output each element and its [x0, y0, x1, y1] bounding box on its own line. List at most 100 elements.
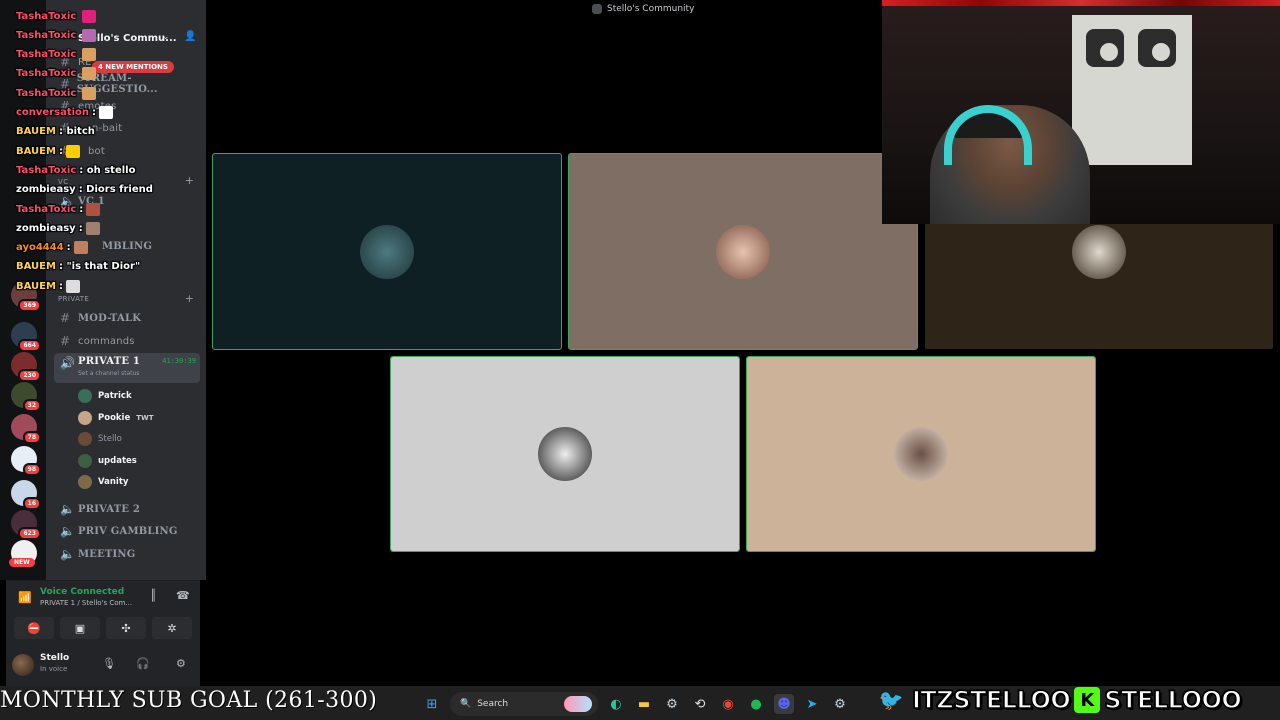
channel-status[interactable]: Set a channel status: [78, 370, 139, 377]
video-tile[interactable]: [390, 356, 740, 552]
voice-channel-vc1[interactable]: 🔈 VC 1: [54, 191, 200, 211]
voice-location[interactable]: PRIVATE 1 / Stello's Com...: [40, 599, 132, 607]
channel-item[interactable]: # STREAM-SUGGESTIO...: [54, 73, 200, 95]
category-private[interactable]: PRIVATE: [58, 295, 89, 303]
microphone-icon[interactable]: 🎙: [102, 657, 116, 670]
share-screen-button[interactable]: ▣: [60, 617, 100, 639]
file-explorer-icon[interactable]: ▬: [634, 694, 654, 714]
video-tile[interactable]: [568, 153, 918, 350]
disconnect-icon[interactable]: ☎: [176, 589, 190, 602]
voice-channel-meeting[interactable]: 🔈 MEETING: [54, 544, 200, 564]
chevron-down-icon[interactable]: ⌄: [162, 32, 170, 42]
hash-icon: #: [60, 99, 71, 113]
server-header[interactable]: Stello's Commu... ⌄ 👤: [46, 26, 206, 50]
speaker-icon: 🔊: [60, 356, 75, 370]
hash-icon: #: [60, 55, 71, 69]
avatar: [78, 389, 92, 403]
windows-start-icon[interactable]: ⊞: [422, 694, 442, 714]
gear-icon[interactable]: ⚙: [176, 657, 186, 670]
add-person-icon[interactable]: 👤: [184, 31, 196, 42]
server-icon[interactable]: 78: [11, 414, 41, 444]
avatar: [360, 224, 414, 279]
voice-channel-private1[interactable]: 🔊 PRIVATE 1 41:30:39 Set a channel statu…: [54, 353, 200, 383]
activities-button[interactable]: ✣: [106, 617, 146, 639]
channel-item[interactable]: # bot: [54, 141, 200, 161]
voice-user[interactable]: Patrick: [78, 387, 132, 405]
add-channel-icon[interactable]: +: [185, 174, 194, 187]
avatar: [894, 427, 948, 481]
voice-connected-panel: 📶 Voice Connected PRIVATE 1 / Stello's C…: [6, 580, 200, 644]
edge-icon[interactable]: ◐: [606, 694, 626, 714]
server-rail: 369 664 230 32 78 98 16 623 NEW: [0, 0, 46, 580]
chrome-icon[interactable]: ◉: [718, 694, 738, 714]
speaker-icon: 🔈: [60, 524, 75, 538]
speaker-icon: 🔈: [60, 502, 75, 516]
wall-poster: [1072, 15, 1192, 165]
avatar: [78, 411, 92, 425]
speaker-icon: 🔈: [60, 194, 75, 208]
screen: Stello's Community 369 664 230 32 78 98 …: [0, 0, 1280, 720]
video-tile[interactable]: [212, 153, 562, 350]
add-channel-icon[interactable]: +: [185, 292, 194, 305]
voice-timer: 41:30:39: [162, 357, 196, 365]
voice-channel-priv-gambling[interactable]: 🔈 PRIV GAMBLING: [54, 521, 200, 541]
search-label: Search: [477, 699, 509, 709]
server-icon[interactable]: 664: [11, 322, 41, 352]
spotify-icon[interactable]: ●: [746, 694, 766, 714]
app-icon[interactable]: ⟲: [690, 694, 710, 714]
hash-icon: #: [60, 77, 71, 91]
hash-icon: #: [60, 144, 71, 158]
avatar: [538, 427, 592, 481]
mention-badge: 16: [22, 497, 41, 510]
voice-user[interactable]: Pookie TWT: [78, 409, 154, 427]
server-icon[interactable]: 16: [11, 480, 41, 510]
kick-handle: STELLOOO: [1104, 685, 1243, 715]
hash-icon: #: [60, 334, 71, 348]
search-icon: 🔍: [460, 699, 472, 709]
window-title: Stello's Community: [592, 4, 694, 14]
server-icon[interactable]: 98: [11, 446, 41, 476]
led-lights: [882, 0, 1280, 6]
user-panel: Stello In voice 🎙 🎧 ⚙: [6, 644, 200, 686]
voice-user[interactable]: Vanity: [78, 473, 128, 491]
headphones-icon[interactable]: 🎧: [136, 657, 150, 670]
mention-badge: 32: [22, 399, 41, 412]
server-icon[interactable]: 369: [11, 282, 41, 312]
channel-mod-talk[interactable]: # MOD-TALK: [54, 308, 200, 328]
voice-user[interactable]: Stello: [78, 430, 122, 448]
discord-icon[interactable]: ☻: [774, 694, 794, 714]
server-icon[interactable]: 230: [11, 352, 41, 382]
mention-badge: 623: [18, 527, 41, 540]
category-vc[interactable]: VC: [58, 178, 68, 186]
hash-icon: #: [60, 311, 71, 325]
voice-status: Voice Connected: [40, 587, 125, 597]
twitter-icon: 🐦: [878, 688, 904, 712]
channel-item[interactable]: # n-bait: [54, 118, 200, 138]
voice-user[interactable]: updates: [78, 452, 137, 470]
soundboard-button[interactable]: ✲: [152, 617, 192, 639]
voice-channel-gambling[interactable]: MBLING: [54, 236, 200, 256]
speaker-icon: 🔈: [60, 547, 75, 561]
channel-item[interactable]: # RE: [54, 52, 200, 72]
video-tile[interactable]: [746, 356, 1096, 552]
hash-icon: #: [60, 121, 71, 135]
channel-commands[interactable]: # commands: [54, 331, 200, 351]
steam-icon[interactable]: ⚙: [830, 694, 850, 714]
server-icon: [592, 4, 602, 14]
poster-eye: [1086, 29, 1124, 67]
user-name: Stello: [40, 653, 70, 663]
channel-item[interactable]: # emotes: [54, 96, 200, 116]
server-icon[interactable]: 623: [11, 510, 41, 540]
poster-eye: [1138, 29, 1176, 67]
avatar: [78, 432, 92, 446]
search-box[interactable]: 🔍 Search: [450, 692, 598, 716]
camera-off-button[interactable]: ⛔: [14, 617, 54, 639]
server-icon[interactable]: 32: [11, 382, 41, 412]
telegram-icon[interactable]: ➤: [802, 694, 822, 714]
avatar[interactable]: [12, 654, 34, 676]
twitter-handle: ITZSTELLOO: [911, 685, 1071, 715]
noise-suppression-icon[interactable]: ║: [150, 589, 157, 602]
steam-icon[interactable]: ⚙: [662, 694, 682, 714]
signal-icon[interactable]: 📶: [18, 591, 32, 604]
voice-channel-private2[interactable]: 🔈 PRIVATE 2: [54, 499, 200, 519]
